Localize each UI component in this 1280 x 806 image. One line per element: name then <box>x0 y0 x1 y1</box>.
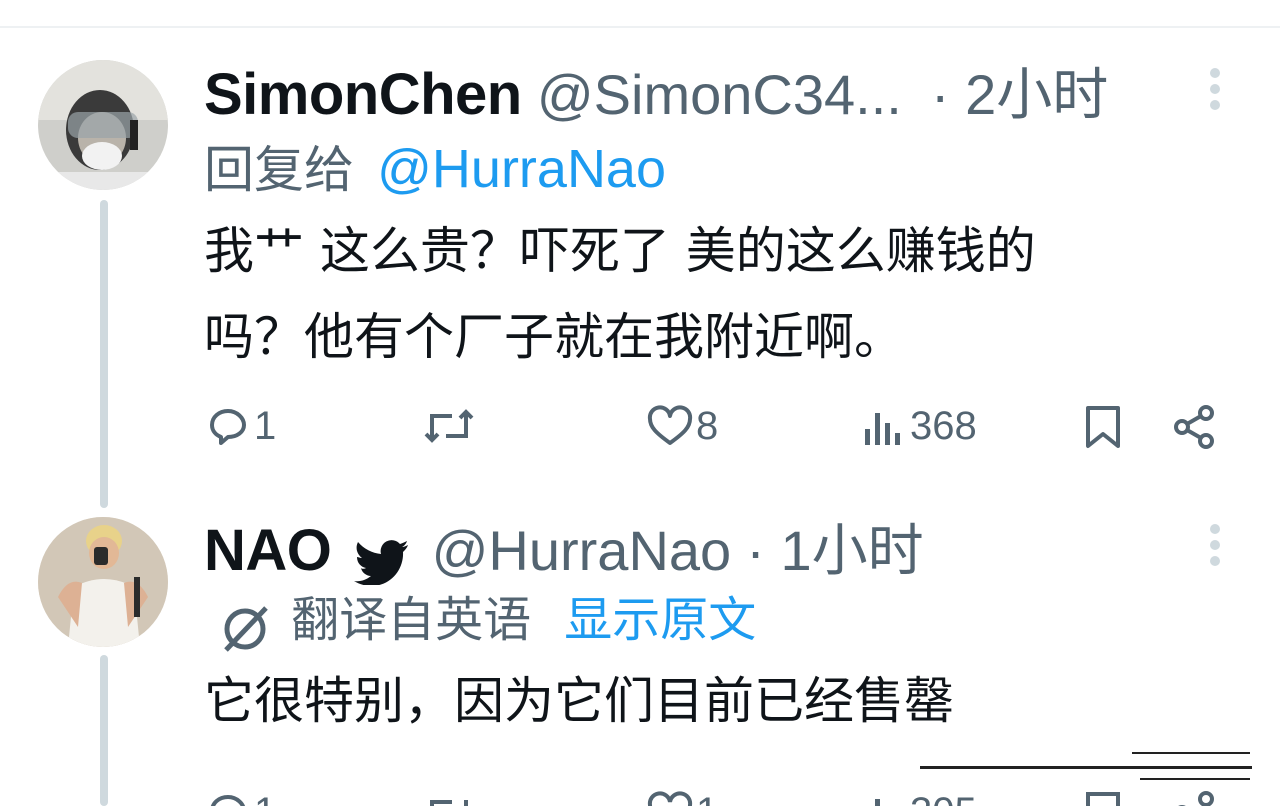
top-divider <box>0 26 1280 28</box>
reply-button[interactable]: 1 <box>206 404 276 449</box>
views-icon <box>865 412 900 445</box>
reply-icon <box>210 794 246 806</box>
translation-bar: 翻译自英语 显示原文 <box>218 580 756 656</box>
bookmark-button[interactable] <box>1084 404 1122 450</box>
views-count: 305 <box>910 790 977 806</box>
tweet-text: 它很特别，因为它们目前已经售罄 <box>204 658 954 744</box>
author-name[interactable]: NAO <box>204 518 332 583</box>
reply-to-label: 回复给 <box>204 141 354 199</box>
translated-from-label: 翻译自英语 <box>291 592 532 648</box>
reply-button[interactable]: 1 <box>206 790 276 806</box>
retweet-button[interactable] <box>422 404 476 448</box>
author-handle[interactable]: @SimonC34... <box>537 63 902 126</box>
views-count: 368 <box>910 404 977 448</box>
bird-icon <box>354 539 409 585</box>
like-count: 8 <box>696 404 719 448</box>
share-button[interactable] <box>1172 790 1218 806</box>
like-button[interactable]: 1 <box>646 790 718 806</box>
retweet-button[interactable] <box>422 790 476 806</box>
show-original-link[interactable]: 显示原文 <box>564 592 756 648</box>
like-button[interactable]: 8 <box>646 404 718 449</box>
retweet-icon <box>424 409 474 443</box>
reply-mention-link[interactable]: @HurraNao <box>377 139 666 199</box>
tweet-text-line: 我艹 这么贵？吓死了 美的这么赚钱的 <box>204 222 1036 280</box>
share-icon <box>1178 791 1214 806</box>
translate-icon <box>224 605 268 652</box>
reply-context: 回复给 @HurraNao <box>204 130 666 202</box>
tweet-text: 我艹 这么贵？吓死了 美的这么赚钱的 吗？他有个厂子就在我附近啊。 <box>204 208 1036 380</box>
like-count: 1 <box>696 790 718 806</box>
views-button[interactable]: 305 <box>862 790 977 806</box>
tweet-header: SimonChen @SimonC34... · 2小时 <box>204 50 1108 127</box>
thread-connector <box>100 200 108 508</box>
share-icon <box>1174 405 1214 449</box>
more-options-icon[interactable] <box>1210 524 1222 572</box>
watermark <box>920 748 1260 788</box>
reply-icon <box>210 408 246 445</box>
tweet-header: NAO @HurraNao · 1小时 <box>204 506 924 585</box>
heart-icon <box>647 404 693 445</box>
tweet-text-line: 它很特别，因为它们目前已经售罄 <box>204 672 954 730</box>
share-button[interactable] <box>1172 404 1218 450</box>
author-name[interactable]: SimonChen <box>204 62 522 127</box>
bookmark-icon <box>1086 792 1120 806</box>
reply-count: 1 <box>254 790 276 806</box>
bookmark-button[interactable] <box>1084 790 1122 806</box>
tweet-text-line: 吗？他有个厂子就在我附近啊。 <box>204 308 904 366</box>
retweet-icon <box>430 800 468 806</box>
timestamp[interactable]: · 2小时 <box>931 63 1108 126</box>
heart-icon <box>647 790 693 806</box>
avatar[interactable] <box>38 517 168 647</box>
timestamp[interactable]: · 1小时 <box>746 519 923 582</box>
views-button[interactable]: 368 <box>862 404 977 449</box>
author-handle[interactable]: @HurraNao <box>432 519 732 582</box>
views-icon <box>875 798 880 806</box>
bookmark-icon <box>1086 406 1120 448</box>
reply-count: 1 <box>254 404 277 448</box>
more-options-icon[interactable] <box>1210 68 1222 116</box>
avatar[interactable] <box>38 60 168 190</box>
